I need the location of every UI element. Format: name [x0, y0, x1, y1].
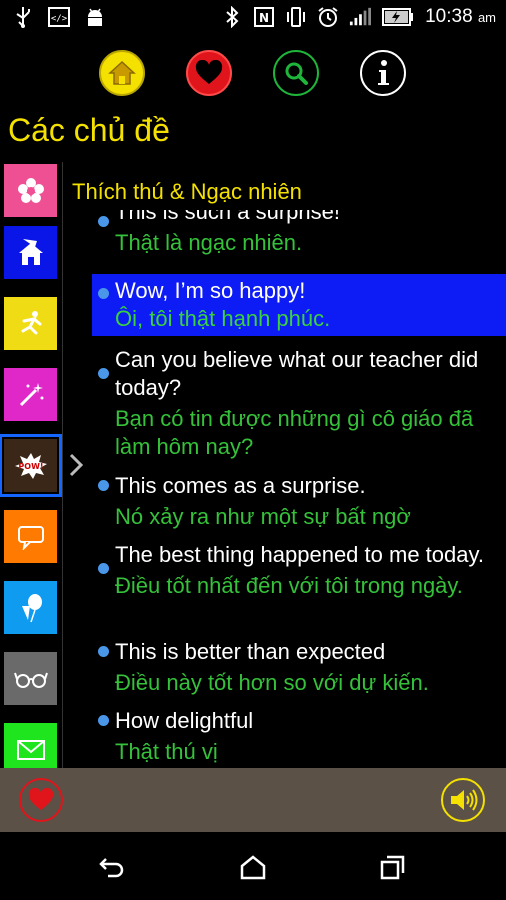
magic-wand-icon	[19, 382, 43, 406]
section-title: Thích thú & Ngạc nhiên	[72, 179, 302, 204]
list-item[interactable]: The best thing happened to me today. Điề…	[92, 541, 506, 600]
status-time: 10:38 am	[425, 6, 496, 27]
signal-icon	[349, 6, 372, 28]
heart-icon	[28, 788, 54, 811]
bullet-dot	[98, 563, 109, 574]
house-icon	[18, 238, 43, 265]
usb-icon	[12, 6, 34, 28]
pow-icon: POW!	[14, 452, 47, 479]
svg-text:</>: </>	[51, 14, 68, 24]
back-icon	[99, 858, 124, 878]
list-item[interactable]: This is such a surprise! Thật là ngạc nh…	[92, 210, 506, 257]
bullet-dot	[98, 646, 109, 657]
play-sound-button[interactable]	[441, 778, 485, 822]
alarm-icon	[317, 6, 339, 28]
svg-text:POW!: POW!	[18, 462, 43, 471]
android-icon	[84, 6, 106, 28]
chevron-right-icon[interactable]	[66, 452, 86, 478]
bluetooth-icon	[221, 6, 243, 28]
top-navigation	[0, 50, 506, 98]
heart-icon	[195, 60, 223, 84]
status-bar: </> N 10:38 am	[0, 0, 506, 36]
category-balloons[interactable]	[4, 581, 57, 634]
home-outline-icon	[240, 855, 266, 880]
flower-icon	[17, 177, 44, 203]
category-pow[interactable]: POW!	[0, 434, 62, 497]
bottom-action-bar	[0, 768, 506, 832]
list-item-selected[interactable]: Wow, I’m so happy! Ôi, tôi thật hạnh phú…	[92, 274, 506, 336]
bullet-dot	[98, 288, 109, 299]
home-icon	[108, 60, 136, 85]
category-house[interactable]	[4, 226, 57, 279]
category-envelope[interactable]	[4, 723, 57, 768]
glasses-icon	[13, 672, 48, 688]
search-icon	[285, 62, 308, 85]
list-item[interactable]: Can you believe what our teacher did tod…	[92, 346, 506, 461]
bullet-dot	[98, 368, 109, 379]
home-system-button[interactable]	[238, 852, 268, 882]
envelope-icon	[16, 739, 45, 760]
back-button[interactable]	[97, 852, 127, 882]
category-magic[interactable]	[4, 368, 57, 421]
list-item[interactable]: This is better than expected Điều này tố…	[92, 638, 506, 697]
page-title: Các chủ đề	[8, 112, 170, 148]
bullet-dot	[98, 216, 109, 227]
category-running[interactable]	[4, 297, 57, 350]
category-speech[interactable]	[4, 510, 57, 563]
category-flower[interactable]	[4, 164, 57, 217]
home-button[interactable]	[99, 50, 145, 96]
phrase-list[interactable]: This is such a surprise! Thật là ngạc nh…	[92, 210, 506, 768]
speaker-icon	[451, 789, 478, 811]
nfc-icon: N	[253, 6, 275, 28]
list-item[interactable]: How delightful Thật thú vị	[92, 707, 506, 766]
search-button[interactable]	[273, 50, 319, 96]
balloons-icon	[21, 593, 42, 622]
bullet-dot	[98, 480, 109, 491]
recents-icon	[380, 855, 405, 880]
info-icon	[378, 60, 389, 85]
category-sidebar[interactable]: POW!	[0, 162, 63, 768]
speech-bubble-icon	[17, 525, 44, 550]
vibrate-icon	[285, 6, 307, 28]
category-glasses[interactable]	[4, 652, 57, 705]
battery-charging-icon	[381, 6, 415, 28]
list-item[interactable]: This comes as a surprise. Nó xảy ra như …	[92, 472, 506, 531]
favorites-button[interactable]	[186, 50, 232, 96]
code-icon: </>	[48, 6, 70, 28]
svg-text:N: N	[259, 11, 269, 25]
info-button[interactable]	[360, 50, 406, 96]
add-favorite-button[interactable]	[19, 778, 63, 822]
system-navigation-bar	[0, 832, 506, 900]
bullet-dot	[98, 715, 109, 726]
recents-button[interactable]	[378, 852, 408, 882]
running-figure-icon	[21, 310, 41, 334]
